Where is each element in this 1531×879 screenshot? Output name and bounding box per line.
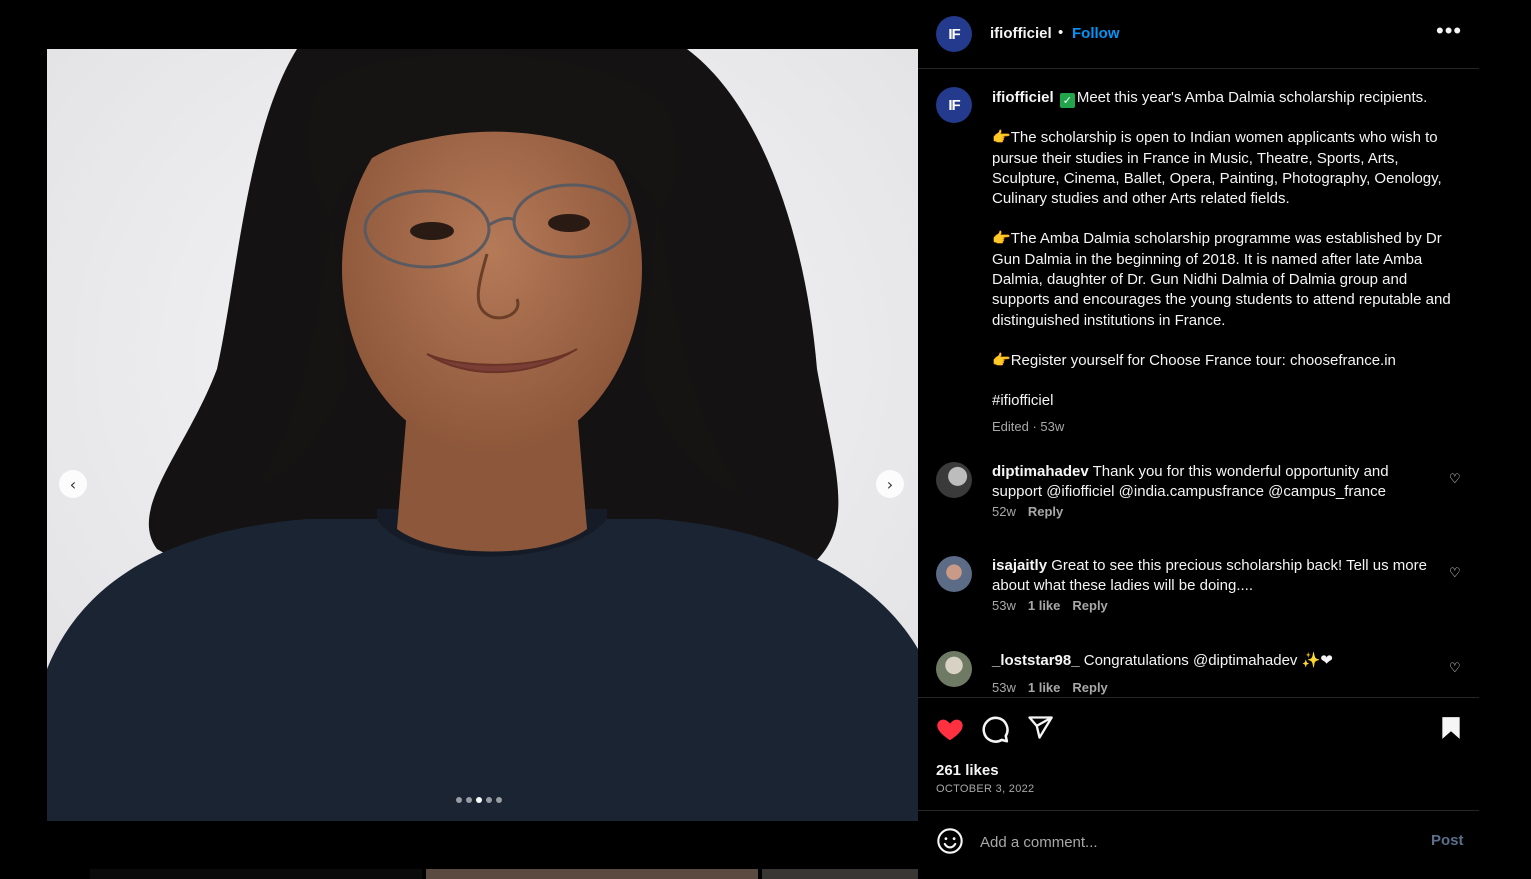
avatar[interactable]: IF xyxy=(936,16,972,52)
comment-meta: 52w Reply xyxy=(992,504,1063,519)
heart-filled-icon[interactable] xyxy=(935,714,965,744)
carousel-next-button[interactable]: › xyxy=(876,470,904,498)
more-options-icon[interactable]: ••• xyxy=(1436,18,1462,44)
post-date: OCTOBER 3, 2022 xyxy=(936,783,1035,795)
pointing-hand-icon: 👉 xyxy=(992,351,1011,369)
comment-text: isajaitly Great to see this precious sch… xyxy=(992,556,1432,597)
bookmark-icon[interactable] xyxy=(1438,714,1464,742)
pointing-hand-icon: 👉 xyxy=(992,230,1011,248)
hashtag-link[interactable]: #ifiofficiel xyxy=(992,392,1053,409)
carousel-dot xyxy=(466,797,472,803)
separator-dot: • xyxy=(1058,24,1064,41)
post-media[interactable]: ‹ › xyxy=(47,49,918,821)
heart-outline-icon[interactable]: ♡ xyxy=(1449,472,1461,487)
carousel-dots xyxy=(456,797,502,803)
reply-button[interactable]: Reply xyxy=(1072,680,1107,695)
comment-time: 53w xyxy=(992,598,1016,613)
feed-thumb xyxy=(90,869,422,879)
comment-likes[interactable]: 1 like xyxy=(1028,598,1061,613)
likes-count[interactable]: 261 likes xyxy=(936,762,999,779)
comment-body: Congratulations @diptimahadev ✨❤ xyxy=(1083,652,1333,669)
avatar[interactable] xyxy=(936,651,972,687)
reply-button[interactable]: Reply xyxy=(1028,504,1063,519)
comment-time: 52w xyxy=(992,504,1016,519)
comment-username[interactable]: isajaitly xyxy=(992,557,1047,574)
edited-timestamp: Edited · 53w xyxy=(992,419,1065,434)
carousel-dot xyxy=(486,797,492,803)
comment-likes[interactable]: 1 like xyxy=(1028,680,1061,695)
comment-body: Great to see this precious scholarship b… xyxy=(992,557,1427,595)
caption-para-1: The scholarship is open to Indian women … xyxy=(992,129,1442,208)
avatar[interactable] xyxy=(936,462,972,498)
carousel-prev-button[interactable]: ‹ xyxy=(59,470,87,498)
checkmark-icon: ✓ xyxy=(1059,93,1075,108)
share-icon[interactable] xyxy=(1026,714,1054,742)
carousel-dot xyxy=(496,797,502,803)
comment-meta: 53w 1 like Reply xyxy=(992,680,1108,695)
chevron-left-icon: ‹ xyxy=(69,474,77,494)
comment-text: diptimahadev Thank you for this wonderfu… xyxy=(992,462,1432,503)
carousel-dot xyxy=(476,797,482,803)
post-photo xyxy=(47,49,918,821)
follow-button[interactable]: Follow xyxy=(1072,25,1120,42)
comment-input[interactable] xyxy=(980,830,1400,854)
caption-para-2: The Amba Dalmia scholarship programme wa… xyxy=(992,230,1451,329)
post-header: IF ifiofficiel • Follow ••• xyxy=(918,0,1479,69)
post-actions: 261 likes OCTOBER 3, 2022 xyxy=(918,697,1479,811)
emoji-icon[interactable] xyxy=(936,827,964,855)
comment-time: 53w xyxy=(992,680,1016,695)
caption-username[interactable]: ifiofficiel xyxy=(992,89,1054,106)
reply-button[interactable]: Reply xyxy=(1072,598,1107,613)
comment-username[interactable]: diptimahadev xyxy=(992,463,1089,480)
chevron-right-icon: › xyxy=(886,474,894,494)
avatar[interactable] xyxy=(936,556,972,592)
username-link[interactable]: ifiofficiel xyxy=(990,25,1052,42)
caption-intro: Meet this year's Amba Dalmia scholarship… xyxy=(1076,89,1428,106)
comment-meta: 53w 1 like Reply xyxy=(992,598,1108,613)
post-details-panel: IF ifiofficiel • Follow ••• IF ifioffici… xyxy=(918,0,1479,879)
heart-outline-icon[interactable]: ♡ xyxy=(1449,566,1461,581)
caption-para-3: Register yourself for Choose France tour… xyxy=(1010,351,1396,369)
heart-outline-icon[interactable]: ♡ xyxy=(1449,661,1461,676)
comment-text: _loststar98_ Congratulations @diptimahad… xyxy=(992,651,1432,671)
feed-thumb xyxy=(426,869,758,879)
post-comment-button[interactable]: Post xyxy=(1431,832,1464,849)
post-caption: ifiofficiel ✓ Meet this year's Amba Dalmi… xyxy=(992,88,1452,412)
pointing-hand-icon: 👉 xyxy=(992,129,1011,147)
avatar[interactable]: IF xyxy=(936,87,972,123)
comment-icon[interactable] xyxy=(980,714,1010,744)
comments-scroll-area[interactable]: IF ifiofficiel ✓ Meet this year's Amba Da… xyxy=(918,70,1479,697)
carousel-dot xyxy=(456,797,462,803)
comment-composer: Post xyxy=(918,811,1479,879)
comment-username[interactable]: _loststar98_ xyxy=(992,652,1080,669)
